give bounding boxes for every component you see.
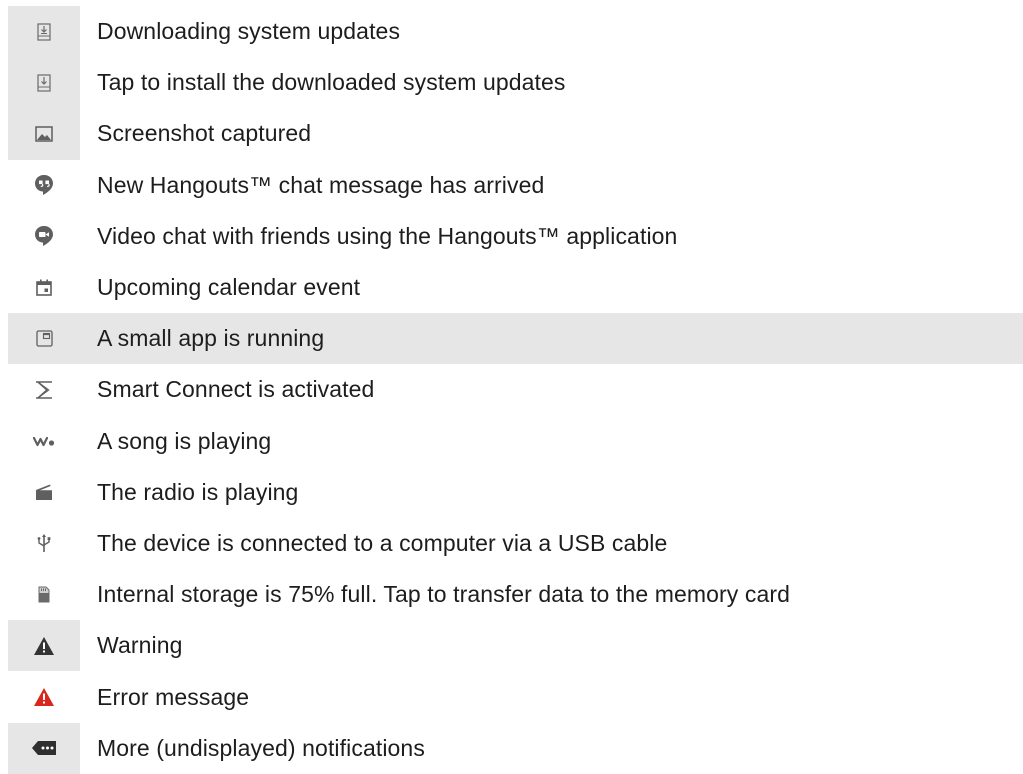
warning-icon [33, 636, 55, 656]
hangouts-chat-icon [34, 174, 54, 196]
list-item: Smart Connect is activated [8, 364, 1023, 415]
icon-cell [8, 160, 80, 211]
icon-cell [8, 364, 80, 415]
icon-cell [8, 569, 80, 620]
list-item-label: Upcoming calendar event [97, 274, 361, 301]
list-item: Screenshot captured [8, 108, 1023, 160]
hangouts-video-icon [34, 225, 54, 247]
radio-icon [34, 483, 54, 501]
list-item: Downloading system updates [8, 6, 1023, 58]
walkman-icon [33, 435, 55, 447]
list-item-label: Video chat with friends using the Hangou… [97, 222, 678, 249]
list-item-label: Tap to install the downloaded system upd… [97, 69, 566, 96]
list-item: Warning [8, 620, 1023, 672]
list-item-label: The radio is playing [97, 478, 299, 505]
list-item: More (undisplayed) notifications [8, 722, 1023, 774]
list-item: Internal storage is 75% full. Tap to tra… [8, 569, 1023, 620]
list-item: Video chat with friends using the Hangou… [8, 211, 1023, 262]
list-item-label: Downloading system updates [97, 18, 401, 45]
error-icon [33, 687, 55, 707]
list-item-label: The device is connected to a computer vi… [97, 529, 668, 556]
list-item: Error message [8, 671, 1023, 722]
list-item-label: More (undisplayed) notifications [97, 734, 425, 761]
icon-cell [8, 211, 80, 262]
list-item-label: Warning [97, 632, 183, 659]
list-item: A song is playing [8, 416, 1023, 467]
smart-connect-icon [34, 380, 54, 400]
install-update-icon [37, 74, 51, 92]
list-item-label: New Hangouts™ chat message has arrived [97, 171, 545, 198]
more-notifications-icon [31, 740, 57, 756]
icon-cell [8, 722, 80, 774]
list-item: The radio is playing [8, 467, 1023, 518]
icon-cell [8, 467, 80, 518]
small-app-icon [35, 330, 53, 347]
storage-icon [37, 586, 51, 603]
usb-icon [37, 533, 51, 553]
icon-cell [8, 313, 80, 364]
notification-icon-list: Downloading system updates Tap to instal… [8, 6, 1023, 774]
screenshot-icon [35, 126, 53, 142]
list-item: New Hangouts™ chat message has arrived [8, 160, 1023, 211]
icon-cell [8, 57, 80, 109]
list-item-label: Smart Connect is activated [97, 376, 375, 403]
list-item-label: A small app is running [97, 325, 325, 352]
list-item-label: Error message [97, 683, 250, 710]
list-item: The device is connected to a computer vi… [8, 518, 1023, 569]
calendar-icon [36, 279, 52, 296]
list-item: Upcoming calendar event [8, 262, 1023, 313]
list-item-label: Internal storage is 75% full. Tap to tra… [97, 581, 790, 608]
icon-cell [8, 671, 80, 722]
list-item: Tap to install the downloaded system upd… [8, 57, 1023, 109]
list-item: A small app is running [8, 313, 1023, 365]
icon-cell [8, 518, 80, 569]
icon-cell [8, 262, 80, 313]
list-item-label: A song is playing [97, 427, 272, 454]
icon-cell [8, 6, 80, 58]
list-item-label: Screenshot captured [97, 120, 312, 147]
icon-cell [8, 620, 80, 672]
icon-cell [8, 108, 80, 160]
download-update-icon [37, 22, 51, 41]
icon-cell [8, 416, 80, 467]
